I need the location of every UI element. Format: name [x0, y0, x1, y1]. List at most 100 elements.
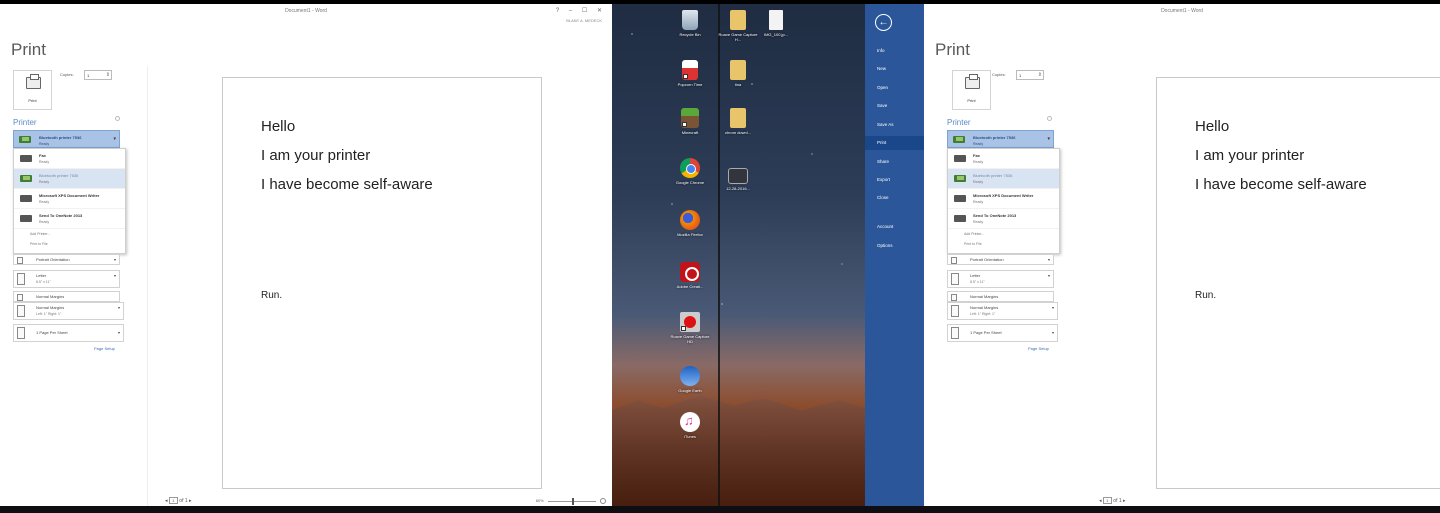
doc-line-3: I have become self-aware [261, 176, 433, 193]
printer-select[interactable]: Bluetooth printer 7536 Ready ▾ [947, 130, 1054, 148]
printer-option-xps[interactable]: Microsoft XPS Document Writer Ready [948, 189, 1059, 209]
minecraft-icon [681, 108, 699, 128]
printer-icon [954, 215, 966, 222]
paper-label: Letter [970, 273, 981, 278]
desktop-icon-img-file[interactable]: IMG_100.jp... [756, 10, 796, 37]
margins-select-collapsed[interactable]: Normal Margins [13, 291, 120, 302]
page-number-input[interactable]: 1 [168, 497, 178, 504]
desktop-icon-minecraft[interactable]: Minecraft [670, 108, 710, 135]
desktop-icon-itunes[interactable]: iTunes [670, 412, 710, 439]
printer-option-bluetooth[interactable]: Bluetooth printer 7536 Ready [14, 169, 125, 189]
desktop-icon-roave-folder[interactable]: Roave Game Capture H... [718, 10, 758, 42]
copies-input[interactable]: 1 [84, 70, 112, 80]
margins-label: Normal Margins [970, 294, 999, 299]
page-navigator: ◂ 1 of 1 ▸ [165, 497, 192, 504]
orientation-label: Portrait Orientation [36, 257, 70, 262]
printer-option-onenote[interactable]: Send To OneNote 2013 Ready [948, 209, 1059, 229]
print-button[interactable]: Print [952, 70, 991, 110]
pages-per-sheet-select[interactable]: 1 Page Per Sheet ▾ [13, 324, 124, 342]
desktop-icon-screenshot[interactable]: 12-28-2016... [718, 168, 758, 191]
desktop-icon-label: tina [734, 82, 742, 87]
paper-icon [17, 273, 25, 285]
pages-per-sheet-select[interactable]: 1 Page Per Sheet ▾ [947, 324, 1058, 342]
add-printer-link[interactable]: Add Printer... [14, 229, 125, 239]
chevron-down-icon: ▾ [113, 257, 116, 262]
desktop-icon-chrom-downloads[interactable]: chrom downl... [718, 108, 758, 135]
desktop-icon-mozilla-firefox[interactable]: Mozilla Firefox [670, 210, 710, 237]
printer-option-name: Microsoft XPS Document Writer [39, 193, 100, 198]
print-to-file-option[interactable]: Print to File [14, 239, 125, 249]
nav-info[interactable]: Info [865, 44, 924, 58]
nav-account[interactable]: Account [865, 220, 924, 234]
nav-options[interactable]: Options [865, 239, 924, 253]
desktop-icon-google-chrome[interactable]: Google Chrome [670, 158, 710, 185]
printer-info-icon[interactable] [1047, 116, 1052, 121]
nav-save[interactable]: Save [865, 99, 924, 113]
back-arrow-icon[interactable]: ← [875, 14, 892, 31]
printer-heading: Printer [947, 118, 971, 127]
print-button[interactable]: Print [13, 70, 52, 110]
margins-select[interactable]: Normal Margins Left: 1" Right: 1" ▾ [13, 302, 124, 320]
bluetooth-printer-icon [19, 136, 31, 143]
nav-close[interactable]: Close [865, 191, 924, 205]
zoom-to-page-icon[interactable] [600, 498, 606, 504]
page-setup-link[interactable]: Page Setup [94, 346, 115, 351]
page-icon [951, 327, 959, 339]
bluetooth-printer-icon [20, 175, 32, 182]
desktop-icon-label: iTunes [684, 434, 696, 439]
desktop: Recycle Bin Roave Game Capture H... IMG_… [612, 4, 865, 506]
taskbar[interactable] [0, 506, 1440, 513]
window-title: Document1 - Word [285, 8, 327, 14]
desktop-icon-adobe-creative-cloud[interactable]: Adobe Creati... [670, 262, 710, 289]
adobe-creative-cloud-icon [680, 262, 700, 282]
nav-save-as[interactable]: Save As [865, 118, 924, 132]
nav-share[interactable]: Share [865, 155, 924, 169]
desktop-icon-recycle-bin[interactable]: Recycle Bin [670, 10, 710, 37]
copies-input[interactable]: 1 [1016, 70, 1044, 80]
next-page-button[interactable]: ▸ [189, 498, 192, 504]
margins-select-collapsed[interactable]: Normal Margins [947, 291, 1054, 302]
page-setup-link[interactable]: Page Setup [1028, 346, 1049, 351]
print-heading: Print [11, 40, 46, 59]
print-to-file-option[interactable]: Print to File [948, 239, 1059, 249]
recycle-bin-icon [682, 10, 698, 30]
margins-select[interactable]: Normal Margins Left: 1" Right: 1" ▾ [947, 302, 1058, 320]
prev-page-button[interactable]: ◂ [165, 498, 168, 504]
window-controls[interactable]: ? – ☐ ✕ [556, 7, 606, 14]
printer-option-name: Bluetooth printer 7536 [973, 173, 1013, 178]
printer-option-bluetooth[interactable]: Bluetooth printer 7536 Ready [948, 169, 1059, 189]
print-preview-page: Hello I am your printer I have become se… [1156, 77, 1440, 489]
paper-size-select[interactable]: Letter 8.5" x 11" ▾ [947, 270, 1054, 288]
nav-export[interactable]: Export [865, 173, 924, 187]
doc-line-1: Hello [1195, 118, 1230, 135]
printer-info-icon[interactable] [115, 116, 120, 121]
printer-icon [20, 215, 32, 222]
printer-option-fax[interactable]: Fax Ready [14, 149, 125, 169]
desktop-icon-label: Mozilla Firefox [677, 232, 703, 237]
printer-option-onenote[interactable]: Send To OneNote 2013 Ready [14, 209, 125, 229]
nav-open[interactable]: Open [865, 81, 924, 95]
chrome-icon [680, 158, 700, 178]
orientation-select[interactable]: Portrait Orientation ▾ [947, 254, 1054, 265]
print-preview-page: Hello I am your printer I have become se… [222, 77, 542, 489]
margins-label: Normal Margins [36, 305, 65, 310]
nav-print[interactable]: Print [865, 136, 924, 150]
image-file-icon [728, 168, 748, 184]
desktop-icon-popcorn-time[interactable]: Popcorn Time [670, 60, 710, 87]
prev-page-button[interactable]: ◂ [1099, 498, 1102, 504]
printer-option-xps[interactable]: Microsoft XPS Document Writer Ready [14, 189, 125, 209]
desktop-icon-roave-game-capture[interactable]: Roave Game Capture HD [670, 312, 710, 344]
orientation-select[interactable]: Portrait Orientation ▾ [13, 254, 120, 265]
add-printer-link[interactable]: Add Printer... [948, 229, 1059, 239]
next-page-button[interactable]: ▸ [1123, 498, 1126, 504]
desktop-icon-google-earth[interactable]: Google Earth [670, 366, 710, 393]
desktop-icon-tina[interactable]: tina [718, 60, 758, 87]
user-name[interactable]: BLAKE A. MEDECK [566, 18, 602, 23]
printer-option-fax[interactable]: Fax Ready [948, 149, 1059, 169]
paper-size-select[interactable]: Letter 8.5" x 11" ▾ [13, 270, 120, 288]
printer-select[interactable]: Bluetooth printer 7536 Ready ▾ [13, 130, 120, 148]
nav-new[interactable]: New [865, 62, 924, 76]
page-number-input[interactable]: 1 [1102, 497, 1112, 504]
page-count: of 1 [1113, 498, 1122, 504]
zoom-slider[interactable] [547, 497, 596, 505]
